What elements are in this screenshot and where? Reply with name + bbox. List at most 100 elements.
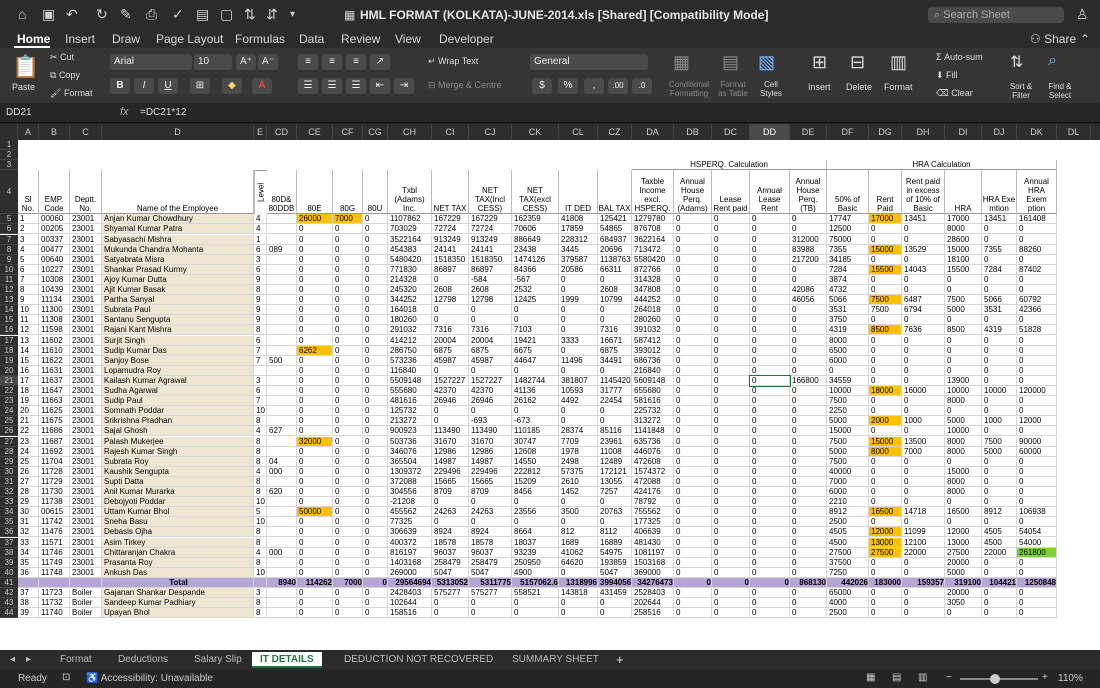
- cell[interactable]: Chittaranjan Chakra: [102, 547, 254, 558]
- cell[interactable]: 23001: [70, 365, 102, 376]
- cell[interactable]: 620: [267, 487, 297, 498]
- cell[interactable]: 0: [750, 224, 790, 235]
- cell[interactable]: 13500: [902, 436, 945, 447]
- cell[interactable]: 0: [598, 517, 632, 528]
- cell[interactable]: 213272: [388, 416, 432, 427]
- cell[interactable]: 258516: [632, 608, 674, 619]
- cell[interactable]: 0: [750, 466, 790, 477]
- cell[interactable]: 0: [432, 416, 469, 427]
- cell[interactable]: 4500: [827, 537, 869, 548]
- cell[interactable]: 8: [254, 285, 267, 296]
- cell[interactable]: 0: [902, 396, 945, 407]
- cell[interactable]: [267, 406, 297, 417]
- cell[interactable]: 454383: [388, 244, 432, 255]
- cell[interactable]: 23001: [70, 547, 102, 558]
- cell[interactable]: 0: [333, 487, 363, 498]
- cell[interactable]: 4: [254, 224, 267, 235]
- cell[interactable]: 0: [712, 285, 750, 296]
- cell[interactable]: 23001: [70, 345, 102, 356]
- cell[interactable]: 0: [982, 497, 1017, 508]
- cell[interactable]: 0: [750, 285, 790, 296]
- cell[interactable]: 472088: [632, 476, 674, 487]
- sheet-tab-format[interactable]: Format: [60, 652, 92, 668]
- cell[interactable]: Subrata Roy: [102, 456, 254, 467]
- cell[interactable]: 0: [790, 396, 827, 407]
- autosum-button[interactable]: Σ Auto-sum: [936, 52, 983, 62]
- cell[interactable]: Sudip Kumar Das: [102, 345, 254, 356]
- cell[interactable]: 0: [982, 254, 1017, 265]
- cell[interactable]: 0: [363, 325, 388, 336]
- cell[interactable]: 20004: [432, 335, 469, 346]
- cell[interactable]: 0: [750, 537, 790, 548]
- sheet-tab-salary-slip[interactable]: Salary Slip: [194, 652, 242, 668]
- cell[interactable]: 0: [363, 305, 388, 316]
- cell[interactable]: 0: [1017, 345, 1057, 356]
- page-break-view-icon[interactable]: ▥: [918, 672, 927, 683]
- cell[interactable]: 0: [982, 517, 1017, 528]
- cell[interactable]: 347808: [632, 285, 674, 296]
- cell[interactable]: 0: [790, 446, 827, 457]
- cell[interactable]: 369000: [632, 567, 674, 578]
- cell[interactable]: 0: [674, 466, 712, 477]
- cell[interactable]: 0: [559, 365, 598, 376]
- cell[interactable]: 686736: [632, 355, 674, 366]
- sort-filter-button[interactable]: Sort & Filter: [1006, 82, 1036, 100]
- cell[interactable]: 0: [333, 325, 363, 336]
- cell[interactable]: 0: [712, 557, 750, 568]
- cell[interactable]: 0: [297, 608, 333, 619]
- cell[interactable]: 0: [363, 487, 388, 498]
- format-painter-button[interactable]: 🖌 Format: [50, 88, 92, 99]
- cell[interactable]: 0: [1017, 598, 1057, 609]
- cell[interactable]: 0: [363, 426, 388, 437]
- cell[interactable]: 393012: [632, 345, 674, 356]
- column-header[interactable]: E: [254, 124, 267, 140]
- cell[interactable]: 0: [333, 224, 363, 235]
- cell[interactable]: 12: [18, 325, 39, 336]
- cell[interactable]: 0: [559, 567, 598, 578]
- font-size-select[interactable]: 10: [194, 54, 232, 70]
- cell[interactable]: 0: [712, 608, 750, 619]
- cell[interactable]: 04: [267, 456, 297, 467]
- cell[interactable]: 7355: [982, 244, 1017, 255]
- cell[interactable]: 0: [363, 224, 388, 235]
- wrap-text-button[interactable]: ↵ Wrap Text: [428, 56, 478, 67]
- cell[interactable]: 0: [674, 588, 712, 599]
- cell[interactable]: 20000: [945, 588, 982, 599]
- cell[interactable]: 8500: [869, 325, 902, 336]
- normal-view-icon[interactable]: ▦: [866, 672, 875, 683]
- cell[interactable]: 167229: [469, 214, 512, 225]
- cell[interactable]: 20696: [598, 244, 632, 255]
- cell[interactable]: 0: [297, 406, 333, 417]
- cell[interactable]: 0: [750, 234, 790, 245]
- cell[interactable]: [267, 527, 297, 538]
- print-icon[interactable]: ⎙: [146, 6, 157, 23]
- cell[interactable]: 0: [712, 315, 750, 326]
- cell[interactable]: 11740: [39, 608, 70, 619]
- cell[interactable]: 00477: [39, 244, 70, 255]
- cell[interactable]: 3750: [827, 315, 869, 326]
- cell[interactable]: 0: [297, 517, 333, 528]
- cell[interactable]: 14987: [432, 456, 469, 467]
- cell[interactable]: 41062: [559, 547, 598, 558]
- cell[interactable]: 0: [712, 517, 750, 528]
- cell[interactable]: 22: [18, 426, 39, 437]
- tab-developer[interactable]: Developer: [439, 32, 494, 46]
- sheet-tab-deductions[interactable]: Deductions: [118, 652, 168, 668]
- cell[interactable]: 0: [469, 315, 512, 326]
- cell[interactable]: Anjan Kumar Chowdhury: [102, 214, 254, 225]
- cell[interactable]: 0: [869, 406, 902, 417]
- paste-button[interactable]: Paste: [12, 82, 35, 92]
- cell[interactable]: 0: [902, 254, 945, 265]
- cell[interactable]: 42366: [1017, 305, 1057, 316]
- row-header[interactable]: 4: [0, 170, 18, 215]
- cell[interactable]: 229496: [432, 466, 469, 477]
- cell[interactable]: 7500: [869, 305, 902, 316]
- cell[interactable]: 2428403: [388, 588, 432, 599]
- cell[interactable]: 0: [945, 315, 982, 326]
- cell[interactable]: 0: [827, 365, 869, 376]
- cell[interactable]: 10: [254, 497, 267, 508]
- cell[interactable]: 5047: [432, 567, 469, 578]
- cell[interactable]: Debojyoti Poddar: [102, 497, 254, 508]
- row-header[interactable]: 31: [0, 476, 18, 487]
- cell[interactable]: 286750: [388, 345, 432, 356]
